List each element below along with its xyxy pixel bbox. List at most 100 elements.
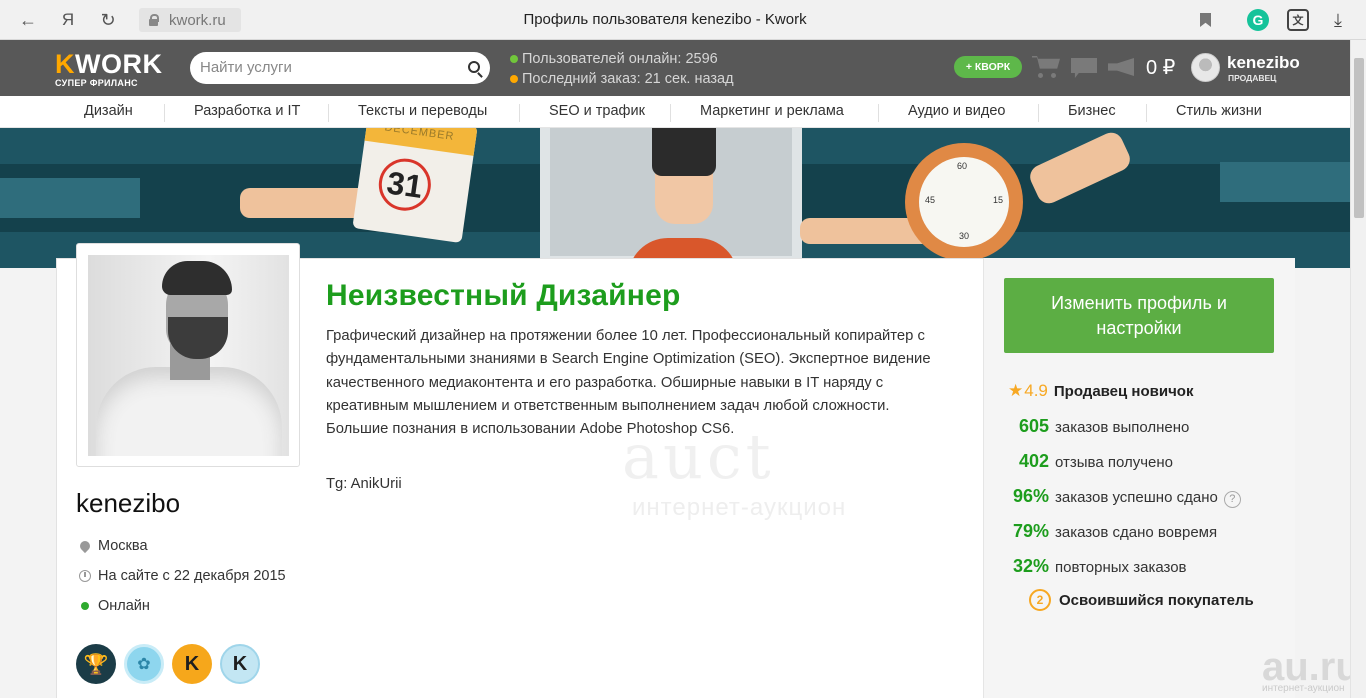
nav-divider [328,104,329,122]
help-icon[interactable]: ? [1223,490,1241,508]
users-online: Пользователей онлайн: 2596 [510,51,718,67]
last-order-text: Последний заказ: 21 сек. назад [522,71,734,87]
category-audio-video[interactable]: Аудио и видео [908,103,1005,119]
calendar-illustration: DECEMBER 31 [352,128,478,244]
watch-number: 30 [959,231,970,241]
stat-value: 32% [1012,556,1049,576]
category-texts[interactable]: Тексты и переводы [358,103,487,119]
watermark-subtitle: интернет-аукцион [632,494,847,521]
logo-k-letter: K [55,49,75,79]
profile-photo[interactable] [88,255,289,456]
stat-label: заказов выполнено [1055,419,1190,436]
last-order: Последний заказ: 21 сек. назад [510,71,734,87]
reload-icon[interactable]: ↻ [96,8,120,32]
search-input[interactable] [200,59,460,76]
kwork-badge-icon[interactable]: K [172,644,212,684]
stat-value: 605 [1018,416,1049,436]
calendar-day: 31 [375,155,435,215]
category-marketing[interactable]: Маркетинг и реклама [700,103,844,119]
au-watermark-subtitle: интернет-аукцион [1262,683,1345,694]
seller-rating: ★ 4.9 Продавец новичок [1008,381,1193,401]
messages-icon[interactable] [1071,58,1097,78]
search-icon[interactable] [468,61,480,73]
buyer-level: 2 Освоившийся покупатель [1029,589,1254,611]
lock-icon [147,14,159,26]
profile-description: Графический дизайнер на протяжении более… [326,328,931,438]
stat-on-time: 79% заказов сдано вовремя [1005,521,1217,542]
trophy-badge-icon[interactable]: 🏆 [76,644,116,684]
watch-number: 15 [993,195,1004,205]
location-pin-icon [77,538,93,554]
category-development[interactable]: Разработка и IT [194,103,300,119]
photo-shirt [96,367,282,456]
grammarly-icon[interactable]: G [1247,9,1269,31]
balance[interactable]: 0 ₽ [1146,55,1175,80]
watch-number: 45 [925,195,936,205]
edit-profile-button[interactable]: Изменить профиль и настройки [1004,278,1274,353]
kwork-winter-badge-icon[interactable]: K [220,644,260,684]
stopwatch-face: 60 15 30 45 [919,157,1009,247]
banner-sleeve [1220,162,1350,202]
stat-repeat-orders: 32% повторных заказов [1005,556,1187,577]
back-icon[interactable]: ← [16,8,40,32]
category-business[interactable]: Бизнес [1068,103,1116,119]
monitor-illustration [540,128,802,268]
category-seo[interactable]: SEO и трафик [549,103,645,119]
star-icon: ★ [1008,381,1024,400]
nav-divider [878,104,879,122]
browser-toolbar: ← Я ↻ kwork.ru Профиль пользователя kene… [0,0,1366,40]
profile-location: Москва [77,538,148,554]
orange-dot-icon [510,75,518,83]
stat-value: 402 [1018,451,1049,471]
seller-level: Продавец новичок [1053,382,1194,400]
nav-divider [670,104,671,122]
wreath-badge-icon[interactable]: ✿ [124,644,164,684]
header-username[interactable]: kenezibo [1227,53,1300,73]
cart-wheels-icon [1038,73,1056,78]
category-design[interactable]: Дизайн [84,103,133,119]
stat-value: 96% [1012,486,1049,506]
address-bar[interactable]: kwork.ru [139,8,241,32]
green-dot-icon [510,55,518,63]
banner-hand [240,188,370,218]
scrollbar-thumb[interactable] [1354,58,1364,218]
notifications-icon[interactable] [1108,58,1134,76]
page-scrollbar[interactable] [1350,40,1366,698]
banner-sleeve [0,178,140,218]
stat-value: 79% [1012,521,1049,541]
since-text: На сайте с 22 декабря 2015 [98,568,286,584]
stat-label: заказов успешно сдано [1055,489,1218,506]
url-text: kwork.ru [169,11,226,29]
logo-text: WORK [75,49,163,79]
online-dot-icon [78,602,92,610]
profile-telegram: Tg: AnikUrii [326,476,402,492]
status-text: Онлайн [98,598,150,614]
kwork-logo[interactable]: KWORK [55,50,162,78]
nav-divider [1038,104,1039,122]
download-icon[interactable]: ⤓ [1326,8,1350,32]
cart-icon[interactable] [1032,56,1060,69]
avatar[interactable] [1191,53,1220,82]
stopwatch-illustration: 60 15 30 45 [905,143,1023,261]
watch-number: 60 [957,161,968,171]
clock-icon [78,570,92,582]
profile-status: Онлайн [78,598,150,614]
site-header: KWORK СУПЕР ФРИЛАНС Пользователей онлайн… [0,40,1366,96]
stat-label: повторных заказов [1055,559,1187,576]
nav-divider [1146,104,1147,122]
stat-reviews: 402 отзыва получено [1005,451,1173,472]
profile-since: На сайте с 22 декабря 2015 [78,568,286,584]
stat-orders-done: 605 заказов выполнено [1005,416,1189,437]
nav-divider [519,104,520,122]
users-online-text: Пользователей онлайн: 2596 [522,51,718,67]
bookmark-icon[interactable] [1200,13,1211,27]
person-hair [652,128,716,176]
yandex-icon[interactable]: Я [56,8,80,32]
profile-username: kenezibo [76,488,181,518]
category-lifestyle[interactable]: Стиль жизни [1176,103,1262,119]
tab-title: Профиль пользователя kenezibo - Kwork [523,11,807,28]
buyer-level-label: Освоившийся покупатель [1059,591,1254,609]
rating-value: 4.9 [1024,381,1048,400]
add-kwork-button[interactable]: + КВОРК [954,56,1022,78]
translate-icon[interactable]: 文 [1287,9,1309,31]
